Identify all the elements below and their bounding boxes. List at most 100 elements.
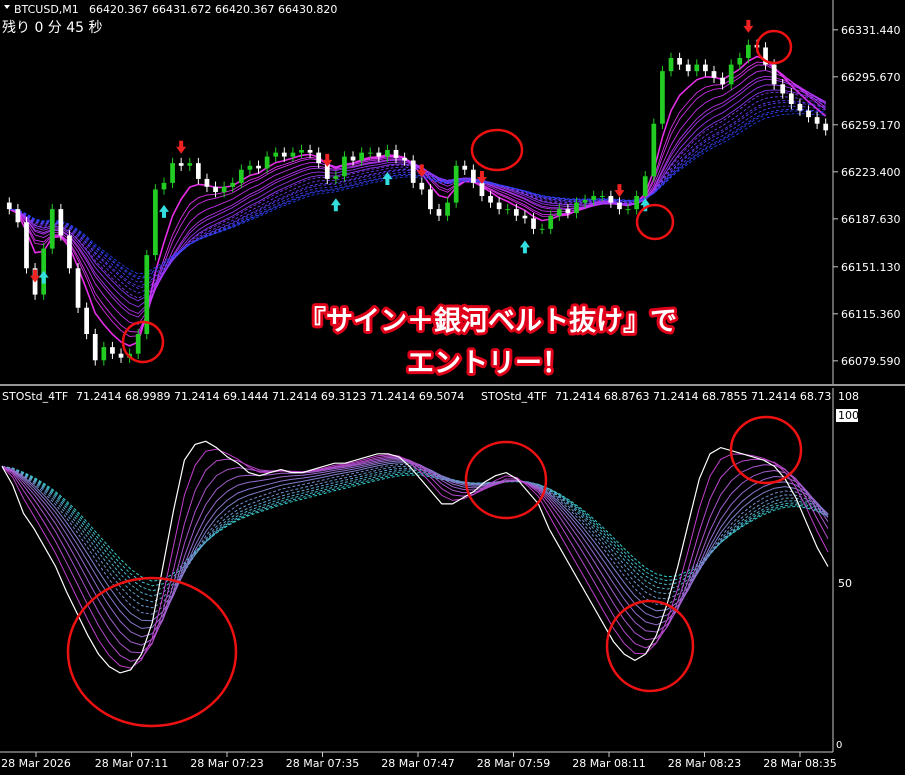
candle-body: [599, 196, 605, 197]
candle-body: [187, 163, 193, 166]
ohlc-values: 66420.367 66431.672 66420.367 66430.820: [89, 3, 337, 16]
time-tick-label: 28 Mar 08:35: [763, 757, 836, 770]
candle-body: [591, 196, 597, 200]
candle-body: [462, 165, 468, 170]
candle-body: [333, 176, 339, 179]
candle-body: [230, 182, 236, 187]
candle-body: [556, 209, 562, 216]
candle-body: [15, 209, 21, 223]
candle-body: [75, 268, 81, 308]
candle-body: [505, 209, 511, 211]
candle-body: [728, 64, 734, 85]
candle-body: [84, 307, 90, 334]
time-tick-label: 28 Mar 07:47: [381, 757, 454, 770]
candle-body: [170, 163, 175, 183]
price-tick-label: 66331.440: [841, 24, 901, 37]
candle-body: [178, 163, 184, 166]
candle-body: [513, 209, 519, 216]
indicator-scale-top: 108: [838, 390, 859, 403]
price-tick-label: 66079.590: [841, 355, 901, 368]
price-tick-label: 66187.630: [841, 213, 901, 226]
candle-body: [101, 347, 107, 361]
candle-body: [393, 150, 399, 158]
candle-body: [402, 157, 407, 161]
candle-body: [153, 189, 158, 256]
time-tick-label: 28 Mar 08:11: [572, 757, 645, 770]
candle-body: [548, 215, 554, 229]
candle-body: [488, 196, 493, 203]
candle-body: [745, 44, 751, 58]
candle-body: [720, 77, 725, 85]
candle-body: [221, 186, 227, 193]
candle-body: [634, 196, 640, 210]
price-tick-label: 66151.130: [841, 261, 901, 274]
candle-body: [625, 209, 631, 211]
candle-body: [565, 209, 571, 214]
candle-body: [677, 58, 682, 65]
candle-body: [522, 215, 528, 219]
time-tick-label: 28 Mar 07:23: [190, 757, 263, 770]
candle-body: [445, 202, 450, 216]
indicator-values-1: 71.2414 68.9989 71.2414 69.1444 71.2414 …: [76, 390, 464, 403]
candle-body: [780, 84, 786, 94]
candle-body: [410, 160, 416, 183]
candle-body: [531, 218, 536, 229]
candle-body: [711, 71, 717, 78]
candle-body: [479, 182, 485, 196]
time-tick-label: 28 Mar 2026: [1, 757, 71, 770]
candle-body: [823, 123, 829, 131]
candle-body: [238, 169, 244, 183]
candle-body: [307, 150, 313, 153]
candle-body: [470, 169, 476, 183]
trading-chart[interactable]: 66331.440 66295.670 66259.170 66223.400 6618…: [0, 0, 905, 775]
candle-body: [496, 202, 502, 210]
candle-body: [92, 334, 98, 361]
candle-body: [660, 71, 665, 124]
candle-body: [273, 152, 279, 157]
candle-body: [376, 152, 382, 157]
indicator-label-2: STOStd_4TF: [481, 390, 547, 403]
indicator-label-1: STOStd_4TF: [2, 390, 68, 403]
candle-body: [281, 152, 287, 157]
candle-body: [814, 117, 820, 124]
candle-body: [668, 58, 674, 72]
candle-body: [608, 196, 614, 203]
candle-body: [651, 123, 657, 177]
candle-body: [453, 165, 459, 203]
candle-body: [118, 353, 124, 358]
candle-body: [299, 150, 304, 153]
candle-body: [264, 156, 270, 169]
candle-body: [685, 64, 691, 72]
candle-body: [67, 235, 72, 269]
indicator-level-50: 50: [838, 577, 852, 590]
time-tick-label: 28 Mar 07:35: [286, 757, 359, 770]
price-tick-label: 66115.360: [841, 308, 901, 321]
candle-body: [58, 209, 64, 236]
candle-body: [797, 104, 803, 111]
candle-body: [342, 156, 347, 177]
candle-body: [806, 110, 811, 118]
candle-body: [436, 209, 442, 216]
callout-line-1: 『サイン＋銀河ベルト抜け』で: [299, 305, 677, 337]
candle-body: [359, 152, 365, 161]
candle-body: [195, 163, 201, 179]
candle-body: [110, 347, 115, 354]
candle-body: [617, 202, 622, 210]
price-tick-label: 66295.670: [841, 71, 901, 84]
candle-body: [771, 64, 777, 85]
candle-body: [135, 334, 141, 354]
candle-body: [703, 64, 708, 72]
candle-body: [419, 182, 425, 190]
candle-body: [694, 64, 700, 72]
candle-body: [788, 93, 794, 104]
candle-body: [24, 222, 29, 269]
candle-body: [247, 165, 253, 170]
candle-body: [385, 150, 390, 157]
price-tick-label: 66223.400: [841, 166, 901, 179]
time-tick-label: 28 Mar 07:59: [477, 757, 550, 770]
candle-body: [642, 176, 648, 196]
candle-body: [428, 189, 433, 210]
candle-body: [350, 156, 356, 161]
candle-body: [290, 152, 296, 157]
candle-body: [737, 58, 743, 65]
